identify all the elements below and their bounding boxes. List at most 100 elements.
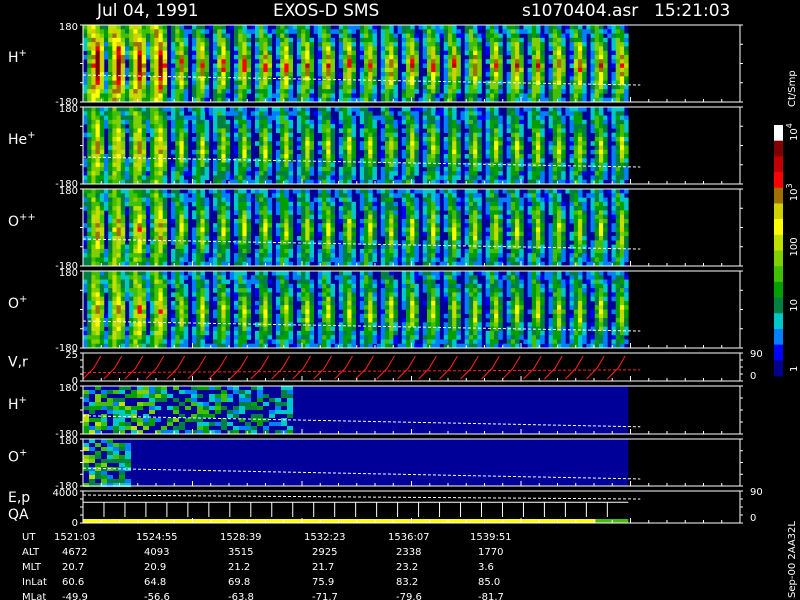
heatmap-cell xyxy=(141,59,147,64)
heatmap-cell xyxy=(292,111,298,116)
heatmap-cell xyxy=(594,115,600,121)
heatmap-cell xyxy=(137,63,143,69)
heatmap-cell xyxy=(322,42,327,47)
heatmap-cell xyxy=(624,149,629,155)
heatmap-cell xyxy=(200,236,205,241)
heatmap-cell xyxy=(288,248,294,254)
heatmap-cell xyxy=(410,197,415,203)
heatmap-cell xyxy=(305,214,310,220)
heatmap-cell xyxy=(200,128,205,133)
heatmap-cell xyxy=(234,29,239,34)
heatmap-cell xyxy=(426,37,432,43)
heatmap-cell xyxy=(347,50,352,56)
heatmap-cell xyxy=(234,253,239,258)
heatmap-cell xyxy=(359,128,365,133)
heatmap-cell xyxy=(238,76,243,81)
heatmap-cell xyxy=(611,84,617,90)
heatmap-cell xyxy=(527,107,533,112)
heatmap-cell xyxy=(259,171,264,176)
heatmap-cell xyxy=(296,223,302,228)
heatmap-cell xyxy=(494,154,499,159)
heatmap-cell xyxy=(322,240,327,245)
heatmap-cell xyxy=(477,145,482,151)
heatmap-cell xyxy=(498,89,503,94)
heatmap-cell xyxy=(196,80,201,86)
heatmap-cell xyxy=(259,59,264,64)
heatmap-cell xyxy=(506,29,512,34)
heatmap-cell xyxy=(405,124,411,129)
heatmap-cell xyxy=(162,46,168,51)
heatmap-cell xyxy=(221,107,226,112)
heatmap-cell xyxy=(91,115,96,121)
heatmap-cell xyxy=(317,158,323,163)
heatmap-cell xyxy=(162,236,168,241)
heatmap-cell xyxy=(204,175,210,181)
heatmap-cell xyxy=(594,124,600,129)
heatmap-cell xyxy=(133,218,138,224)
heatmap-cell xyxy=(137,80,143,86)
heatmap-cell xyxy=(296,37,302,43)
heatmap-cell xyxy=(204,141,210,146)
heatmap-cell xyxy=(301,80,306,86)
heatmap-cell xyxy=(280,50,285,56)
heatmap-cell xyxy=(221,201,226,207)
heatmap-cell xyxy=(573,145,579,151)
heatmap-cell xyxy=(204,227,210,233)
heatmap-cell xyxy=(531,128,537,133)
heatmap-cell xyxy=(171,166,176,172)
heatmap-cell xyxy=(99,244,105,250)
heatmap-cell xyxy=(250,29,256,34)
heatmap-cell xyxy=(288,253,294,258)
heatmap-cell xyxy=(405,231,411,237)
heatmap-cell xyxy=(175,93,180,99)
heatmap-cell xyxy=(548,128,554,133)
heatmap-cell xyxy=(234,76,239,81)
heatmap-cell xyxy=(460,33,466,39)
heatmap-cell xyxy=(99,37,105,43)
heatmap-cell xyxy=(208,111,214,116)
heatmap-cell xyxy=(204,84,210,90)
heatmap-cell xyxy=(175,141,180,146)
heatmap-cell xyxy=(200,119,205,125)
heatmap-cell xyxy=(87,236,92,241)
heatmap-cell xyxy=(577,128,583,133)
heatmap-cell xyxy=(452,128,457,133)
heatmap-cell xyxy=(259,193,264,198)
heatmap-cell xyxy=(141,158,147,163)
heatmap-cell xyxy=(301,231,306,237)
heatmap-cell xyxy=(485,72,491,77)
heatmap-cell xyxy=(221,25,226,30)
heatmap-cell xyxy=(246,76,252,81)
heatmap-cell xyxy=(141,84,147,90)
heatmap-cell xyxy=(615,72,621,77)
heatmap-cell xyxy=(322,111,327,116)
heatmap-cell xyxy=(246,136,252,142)
heatmap-cell xyxy=(150,37,155,43)
heatmap-cell xyxy=(548,119,554,125)
heatmap-cell xyxy=(531,42,537,47)
heatmap-cell xyxy=(183,128,189,133)
heatmap-cell xyxy=(133,141,138,146)
heatmap-cell xyxy=(322,171,327,176)
heatmap-cell xyxy=(389,210,394,215)
heatmap-cell xyxy=(246,231,252,237)
heatmap-cell xyxy=(263,236,268,241)
heatmap-cell xyxy=(162,72,168,77)
heatmap-cell xyxy=(557,128,562,133)
heatmap-cell xyxy=(103,162,109,168)
heatmap-cell xyxy=(485,141,491,146)
heatmap-cell xyxy=(414,128,419,133)
heatmap-cell xyxy=(519,76,524,81)
heatmap-cell xyxy=(380,33,386,39)
heatmap-cell xyxy=(99,84,105,90)
heatmap-cell xyxy=(284,218,289,224)
heatmap-cell xyxy=(557,175,562,181)
heatmap-cell xyxy=(99,210,105,215)
heatmap-cell xyxy=(246,240,252,245)
heatmap-cell xyxy=(405,59,411,64)
heatmap-cell xyxy=(389,67,394,73)
heatmap-cell xyxy=(225,67,231,73)
heatmap-cell xyxy=(548,107,554,112)
heatmap-cell xyxy=(477,149,482,155)
heatmap-cell xyxy=(280,244,285,250)
